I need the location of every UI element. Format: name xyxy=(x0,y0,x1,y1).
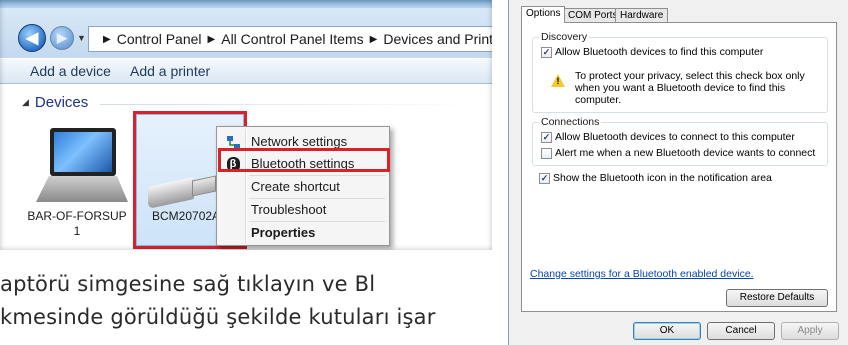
menu-item-properties[interactable]: Properties xyxy=(219,222,387,244)
discovery-group-title: Discovery xyxy=(539,31,590,43)
cancel-button[interactable]: Cancel xyxy=(707,322,775,340)
allow-discovery-label: Allow Bluetooth devices to find this com… xyxy=(555,46,764,58)
add-device-button[interactable]: Add a device xyxy=(30,63,111,79)
collapse-triangle-icon[interactable]: ◢ xyxy=(22,97,29,107)
devices-group-label: Devices xyxy=(34,94,89,111)
tab-com-ports[interactable]: COM Ports xyxy=(563,8,623,23)
network-icon xyxy=(225,134,241,150)
warning-icon: ! xyxy=(551,74,565,87)
add-printer-button[interactable]: Add a printer xyxy=(130,63,210,79)
restore-defaults-button[interactable]: Restore Defaults xyxy=(726,289,828,307)
tab-options[interactable]: Options xyxy=(521,6,566,23)
menu-item-create-shortcut[interactable]: Create shortcut xyxy=(219,176,387,198)
allow-connect-checkbox-row[interactable]: ✓ Allow Bluetooth devices to connect to … xyxy=(541,131,795,143)
connections-group-title: Connections xyxy=(539,116,602,128)
show-tray-icon-label: Show the Bluetooth icon in the notificat… xyxy=(553,172,772,184)
devices-group-header[interactable]: ◢ Devices xyxy=(22,94,88,111)
options-tab-panel: Discovery ✓ Allow Bluetooth devices to f… xyxy=(521,22,837,312)
connections-groupbox: Connections ✓ Allow Bluetooth devices to… xyxy=(532,116,828,166)
allow-discovery-checkbox[interactable]: ✓ xyxy=(541,46,552,58)
breadcrumb-devices-and-printers[interactable]: Devices and Printers xyxy=(383,31,492,47)
tab-hardware[interactable]: Hardware xyxy=(615,8,669,23)
instruction-line: kmesinde görüldüğü şekilde kutuları işar xyxy=(0,305,436,329)
address-bar[interactable]: ▶ Control Panel ▶ All Control Panel Item… xyxy=(88,26,492,52)
back-arrow-icon[interactable]: ◀ xyxy=(18,24,46,52)
usb-bluetooth-dongle-icon[interactable] xyxy=(148,175,220,209)
recent-pages-chevron-down-icon[interactable]: ▼ xyxy=(77,33,86,43)
address-toolbar: ◀ ▶ ▼ ▶ Control Panel ▶ All Control Pane… xyxy=(0,8,492,58)
command-bar: Add a device Add a printer xyxy=(0,58,492,84)
window-title-strip xyxy=(0,0,492,8)
allow-discovery-checkbox-row[interactable]: ✓ Allow Bluetooth devices to find this c… xyxy=(541,46,763,58)
alert-new-device-checkbox[interactable] xyxy=(541,147,552,159)
menu-item-troubleshoot[interactable]: Troubleshoot xyxy=(219,199,387,221)
breadcrumb-all-control-panel-items[interactable]: All Control Panel Items xyxy=(221,31,363,47)
allow-connect-checkbox[interactable]: ✓ xyxy=(541,131,552,143)
alert-new-device-label: Alert me when a new Bluetooth device wan… xyxy=(555,147,816,159)
chevron-right-icon[interactable]: ▶ xyxy=(103,34,111,45)
apply-button[interactable]: Apply xyxy=(781,322,839,340)
devices-and-printers-window: ◀ ▶ ▼ ▶ Control Panel ▶ All Control Pane… xyxy=(0,0,492,250)
menu-item-bluetooth-settings[interactable]: β Bluetooth settings xyxy=(219,153,387,175)
context-menu: Network settings β Bluetooth settings Cr… xyxy=(216,126,390,246)
instruction-text: aptörü simgesine sağ tıklayın ve Bl kmes… xyxy=(0,268,508,345)
bluetooth-icon: β xyxy=(225,156,241,172)
instruction-line: aptörü simgesine sağ tıklayın ve Bl xyxy=(0,272,376,296)
bluetooth-settings-dialog: Options COM Ports Hardware Discovery ✓ A… xyxy=(508,0,848,345)
laptop-computer-icon[interactable] xyxy=(36,128,128,206)
show-tray-icon-checkbox-row[interactable]: ✓ Show the Bluetooth icon in the notific… xyxy=(539,172,772,184)
chevron-right-icon[interactable]: ▶ xyxy=(208,34,216,45)
discovery-groupbox: Discovery ✓ Allow Bluetooth devices to f… xyxy=(532,31,828,113)
privacy-note: To protect your privacy, select this che… xyxy=(575,70,805,106)
show-tray-icon-checkbox[interactable]: ✓ xyxy=(539,172,550,184)
alert-new-device-checkbox-row[interactable]: Alert me when a new Bluetooth device wan… xyxy=(541,147,815,159)
forward-arrow-icon[interactable]: ▶ xyxy=(50,26,74,50)
change-device-settings-link[interactable]: Change settings for a Bluetooth enabled … xyxy=(530,268,754,280)
ok-button[interactable]: OK xyxy=(633,322,701,340)
breadcrumb-control-panel[interactable]: Control Panel xyxy=(117,31,202,47)
device-label-computer[interactable]: BAR-OF-FORSUP 1 xyxy=(18,209,136,239)
chevron-right-icon[interactable]: ▶ xyxy=(370,34,378,45)
group-divider xyxy=(100,104,480,105)
menu-item-network-settings[interactable]: Network settings xyxy=(219,131,387,153)
allow-connect-label: Allow Bluetooth devices to connect to th… xyxy=(555,131,795,143)
